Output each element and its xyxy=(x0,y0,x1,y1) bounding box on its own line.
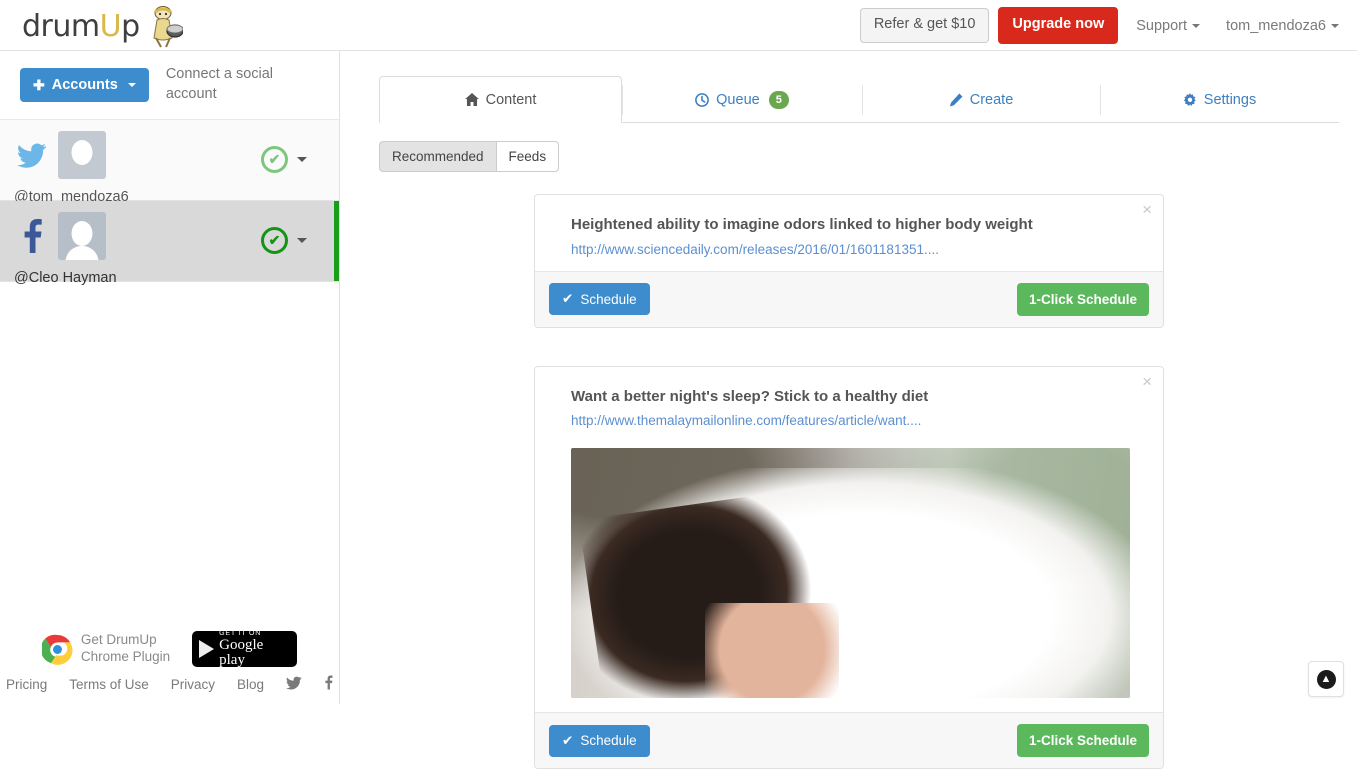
one-click-schedule-button[interactable]: 1-Click Schedule xyxy=(1017,283,1149,316)
accounts-header: ✚ Accounts Connect a social account xyxy=(0,51,339,120)
main-content: Content Queue 5 Create Settings Recommen… xyxy=(341,51,1357,704)
content-card: × Heightened ability to imagine odors li… xyxy=(534,194,1164,328)
support-label: Support xyxy=(1136,18,1187,34)
content-card-list: × Heightened ability to imagine odors li… xyxy=(341,194,1357,769)
support-menu[interactable]: Support xyxy=(1136,18,1200,34)
footer-facebook-icon[interactable] xyxy=(324,675,333,693)
chrome-plugin-link[interactable]: Get DrumUp Chrome Plugin xyxy=(42,632,170,666)
card-url[interactable]: http://www.themalaymailonline.com/featur… xyxy=(571,413,1127,428)
tab-settings-label: Settings xyxy=(1204,92,1256,108)
twitter-icon xyxy=(12,143,52,168)
schedule-button[interactable]: ✔ Schedule xyxy=(549,283,650,315)
card-image-face xyxy=(705,603,839,698)
sidebar-account-facebook[interactable]: @Cleo Hayman ✔ xyxy=(0,201,339,282)
tab-queue-label: Queue xyxy=(716,92,760,108)
card-image xyxy=(571,448,1130,698)
user-menu[interactable]: tom_mendoza6 xyxy=(1226,18,1339,34)
footer-twitter-icon[interactable] xyxy=(286,676,302,693)
one-click-schedule-button[interactable]: 1-Click Schedule xyxy=(1017,724,1149,757)
main-tabs: Content Queue 5 Create Settings xyxy=(379,71,1339,123)
tab-content[interactable]: Content xyxy=(379,76,622,123)
google-play-badge[interactable]: GET IT ON Google play xyxy=(192,631,297,667)
chrome-plugin-text: Get DrumUp Chrome Plugin xyxy=(81,632,170,666)
check-circle-icon: ✔ xyxy=(261,146,288,173)
card-url[interactable]: http://www.sciencedaily.com/releases/201… xyxy=(571,242,1127,257)
schedule-button-label: Schedule xyxy=(580,733,636,748)
clock-icon xyxy=(695,93,709,107)
check-circle-icon: ✔ xyxy=(261,227,288,254)
logo-u-glyph: U xyxy=(100,9,121,44)
avatar xyxy=(58,131,106,179)
card-title: Heightened ability to imagine odors link… xyxy=(571,215,1127,235)
sidebar-account-twitter[interactable]: @tom_mendoza6 ✔ xyxy=(0,120,339,201)
connect-social-text: Connect a social account xyxy=(166,65,286,104)
tab-content-label: Content xyxy=(486,92,537,108)
facebook-icon xyxy=(12,219,52,253)
card-body: Want a better night's sleep? Stick to a … xyxy=(535,367,1163,713)
logo-text: drumUp xyxy=(22,9,140,44)
gplay-line1: GET IT ON xyxy=(219,630,290,637)
tab-create[interactable]: Create xyxy=(862,77,1100,123)
chrome-icon xyxy=(42,634,73,665)
content-filter-toggle: Recommended Feeds xyxy=(379,141,559,172)
card-title: Want a better night's sleep? Stick to a … xyxy=(571,387,1127,407)
header-actions: Refer & get $10 Upgrade now Support tom_… xyxy=(860,0,1343,51)
filter-feeds-button[interactable]: Feeds xyxy=(496,141,560,172)
footer-links: Pricing Terms of Use Privacy Blog xyxy=(0,675,339,698)
avatar xyxy=(58,212,106,260)
user-menu-label: tom_mendoza6 xyxy=(1226,18,1326,34)
queue-badge: 5 xyxy=(769,91,789,109)
accounts-button-label: Accounts xyxy=(52,77,118,93)
footer-link-blog[interactable]: Blog xyxy=(237,677,264,692)
tab-settings[interactable]: Settings xyxy=(1100,77,1339,123)
footer-link-terms[interactable]: Terms of Use xyxy=(69,677,149,692)
chevron-down-icon xyxy=(1192,24,1200,28)
upgrade-button[interactable]: Upgrade now xyxy=(998,7,1118,43)
sidebar-footer: Get DrumUp Chrome Plugin GET IT ON Googl… xyxy=(0,621,339,704)
check-icon: ✔ xyxy=(562,733,573,749)
content-card: × Want a better night's sleep? Stick to … xyxy=(534,366,1164,769)
close-icon[interactable]: × xyxy=(1142,201,1152,218)
card-body: Heightened ability to imagine odors link… xyxy=(535,195,1163,271)
check-icon: ✔ xyxy=(562,291,573,307)
account-status: ✔ xyxy=(261,227,307,254)
play-triangle-icon xyxy=(199,640,214,658)
tab-queue[interactable]: Queue 5 xyxy=(622,77,862,123)
avatar-body xyxy=(66,246,99,260)
chrome-plugin-line1: Get DrumUp xyxy=(81,632,170,649)
gplay-line2: Google play xyxy=(219,638,290,668)
app-header: drumUp Refer & get $10 Upgrade now Suppo… xyxy=(0,0,1357,51)
chevron-down-icon xyxy=(128,83,136,87)
card-footer: ✔ Schedule 1-Click Schedule xyxy=(535,271,1163,327)
filter-recommended-button[interactable]: Recommended xyxy=(379,141,496,172)
close-icon[interactable]: × xyxy=(1142,373,1152,390)
arrow-up-icon: ▲ xyxy=(1317,670,1336,689)
account-handle: @Cleo Hayman xyxy=(14,270,339,286)
tab-create-label: Create xyxy=(970,92,1014,108)
add-accounts-button[interactable]: ✚ Accounts xyxy=(20,68,149,102)
chevron-down-icon xyxy=(1331,24,1339,28)
google-play-text: GET IT ON Google play xyxy=(219,630,290,668)
footer-link-pricing[interactable]: Pricing xyxy=(6,677,47,692)
plugins-row: Get DrumUp Chrome Plugin GET IT ON Googl… xyxy=(0,621,339,675)
pencil-icon xyxy=(949,93,963,107)
scroll-to-top-button[interactable]: ▲ xyxy=(1308,661,1344,697)
sidebar: ✚ Accounts Connect a social account @tom… xyxy=(0,51,340,704)
footer-link-privacy[interactable]: Privacy xyxy=(171,677,215,692)
refer-button[interactable]: Refer & get $10 xyxy=(860,8,990,42)
gear-icon xyxy=(1183,93,1197,107)
avatar-head xyxy=(72,140,93,165)
account-menu-caret-icon[interactable] xyxy=(297,238,307,243)
card-footer: ✔ Schedule 1-Click Schedule xyxy=(535,712,1163,768)
logo[interactable]: drumUp xyxy=(22,2,183,50)
account-menu-caret-icon[interactable] xyxy=(297,157,307,162)
avatar-head xyxy=(72,221,93,246)
home-icon xyxy=(465,93,479,106)
chrome-plugin-line2: Chrome Plugin xyxy=(81,649,170,666)
schedule-button-label: Schedule xyxy=(580,292,636,307)
account-status: ✔ xyxy=(261,146,307,173)
mascot-icon xyxy=(143,6,183,48)
plus-icon: ✚ xyxy=(33,78,45,92)
schedule-button[interactable]: ✔ Schedule xyxy=(549,725,650,757)
